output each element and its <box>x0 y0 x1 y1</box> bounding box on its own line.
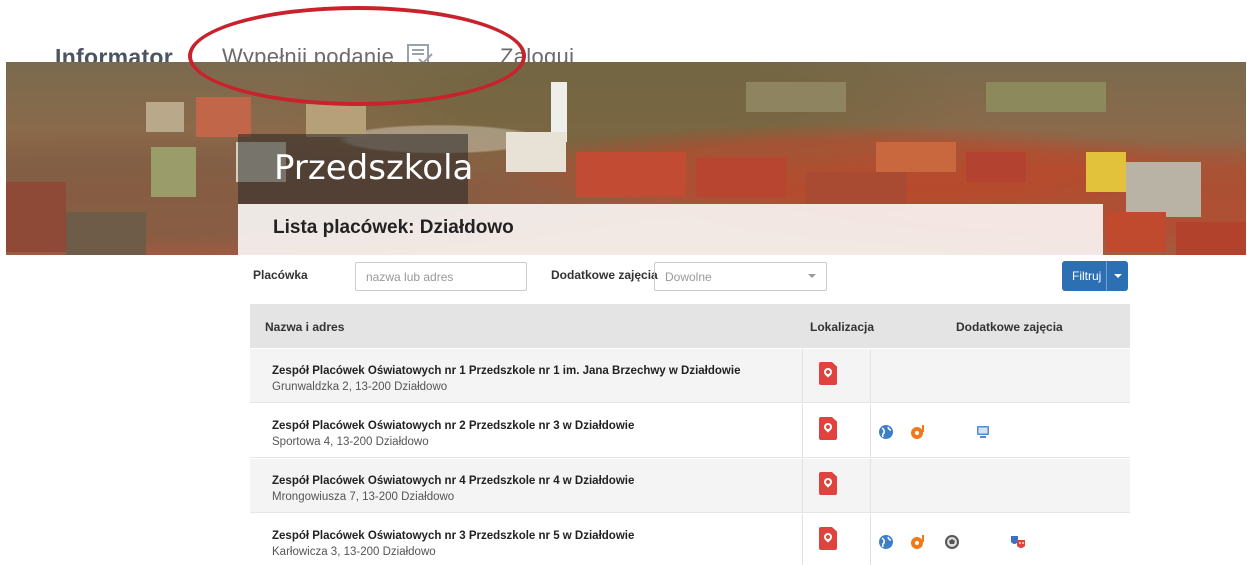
place-filter-label: Placówka <box>253 268 308 282</box>
cell-divider <box>802 459 803 512</box>
facility-name[interactable]: Zespół Placówek Oświatowych nr 2 Przedsz… <box>272 420 634 432</box>
search-input[interactable] <box>355 262 527 291</box>
cell-divider <box>870 349 871 402</box>
facility-address: Sportowa 4, 13-200 Działdowo <box>272 436 429 448</box>
table-row: Zespół Placówek Oświatowych nr 2 Przedsz… <box>250 404 1130 458</box>
map-pin-icon[interactable] <box>819 362 837 385</box>
extra-activities-label: Dodatkowe zajęcia <box>551 268 658 282</box>
globe-icon <box>879 425 893 439</box>
filter-button[interactable]: Filtruj <box>1062 261 1128 291</box>
music-icon <box>911 425 924 439</box>
computer-icon <box>977 426 989 438</box>
column-header-location[interactable]: Lokalizacja <box>810 320 874 334</box>
cell-divider <box>802 514 803 565</box>
cell-divider <box>802 349 803 402</box>
cell-divider <box>802 404 803 457</box>
facility-name[interactable]: Zespół Placówek Oświatowych nr 4 Przedsz… <box>272 475 634 487</box>
table-row: Zespół Placówek Oświatowych nr 3 Przedsz… <box>250 514 1130 565</box>
page-title: Przedszkola <box>274 148 474 188</box>
map-pin-icon[interactable] <box>819 527 837 550</box>
facility-address: Grunwaldzka 2, 13-200 Działdowo <box>272 381 448 393</box>
cell-divider <box>870 514 871 565</box>
filter-button-label: Filtruj <box>1072 269 1102 283</box>
dropdown-caret-icon[interactable] <box>1114 274 1122 278</box>
extra-activities-select[interactable]: Dowolne <box>654 262 827 291</box>
cell-divider <box>870 459 871 512</box>
table-row: Zespół Placówek Oświatowych nr 1 Przedsz… <box>250 349 1130 403</box>
ball-icon <box>945 535 959 549</box>
map-pin-icon[interactable] <box>819 472 837 495</box>
column-header-name[interactable]: Nazwa i adres <box>265 320 344 334</box>
music-icon <box>911 535 924 549</box>
theater-icon <box>1011 536 1025 548</box>
extra-activities-value: Dowolne <box>665 270 712 284</box>
hero-banner: Przedszkola Lista placówek: Działdowo <box>6 62 1246 255</box>
facility-name[interactable]: Zespół Placówek Oświatowych nr 1 Przedsz… <box>272 365 740 377</box>
chevron-down-icon <box>808 274 816 278</box>
filter-button-divider <box>1106 261 1107 291</box>
column-header-extra[interactable]: Dodatkowe zajęcia <box>956 320 1063 334</box>
facility-address: Karłowicza 3, 13-200 Działdowo <box>272 546 436 558</box>
map-pin-icon[interactable] <box>819 417 837 440</box>
table-header: Nazwa i adres Lokalizacja Dodatkowe zaję… <box>250 304 1130 348</box>
table-row: Zespół Placówek Oświatowych nr 4 Przedsz… <box>250 459 1130 513</box>
facility-name[interactable]: Zespół Placówek Oświatowych nr 3 Przedsz… <box>272 530 634 542</box>
globe-icon <box>879 535 893 549</box>
facility-address: Mrongowiusza 7, 13-200 Działdowo <box>272 491 455 503</box>
list-title: Lista placówek: Działdowo <box>273 217 514 238</box>
cell-divider <box>870 404 871 457</box>
